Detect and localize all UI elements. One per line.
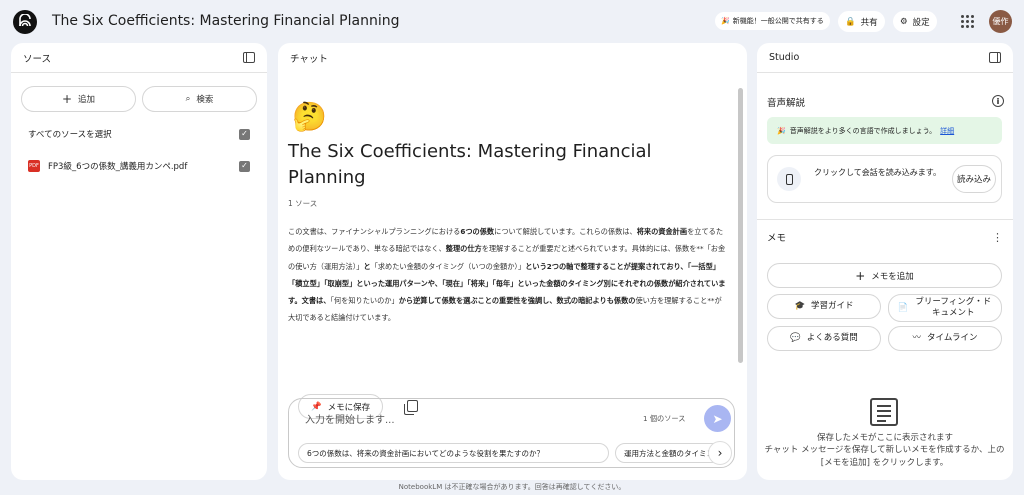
source-item[interactable]: PDF FP3級_6つの係数_講義用カンペ.pdf ✓ [11,156,267,176]
add-source-label: 追加 [78,95,96,105]
timeline-label: タイムライン [927,333,978,343]
audio-overview-title: 音声解説 [767,98,806,109]
studio-header: Studio [757,43,1013,73]
share-label: 共有 [860,17,878,28]
sources-title: ソース [23,53,52,65]
load-button[interactable]: 読み込み [952,165,996,193]
search-sparkle-icon: ⌕ [185,94,191,104]
audio-file-icon [777,167,801,191]
summary-segment: と [363,261,371,271]
empty-notes-description: チャット メッセージを保存して新しいメモを作成するか、上の [メモを追加] をク… [764,445,1005,468]
faq-chat-icon: 💬 [790,333,801,343]
plus-icon: + [855,268,866,283]
new-feature-label: 新機能！一般公開で共有する [732,17,824,25]
collapse-panel-icon[interactable] [989,52,1001,63]
add-source-button[interactable]: + 追加 [21,86,136,112]
party-icon: 🎉 [777,126,786,135]
graduation-cap-icon: 🎓 [794,301,806,311]
briefing-doc-button[interactable]: 📄 ブリーフィング・ドキュメント [888,294,1002,322]
notes-title: メモ [767,233,787,244]
summary-segment: 「求めたい金額のタイミング（いつの金額か）」 [370,261,526,271]
party-icon: 🎉 [721,17,730,25]
select-all-checkbox[interactable]: ✓ [239,128,250,140]
source-item-info: PDF FP3級_6つの係数_講義用カンペ.pdf [28,160,187,172]
summary-segment: について解説しています。これらの係数は、 [494,227,637,236]
study-guide-button[interactable]: 🎓 学習ガイド [767,294,881,319]
audio-banner: 🎉 音声解説をより多くの言語で作成しましょう。 詳細 [767,117,1002,144]
add-note-button[interactable]: + メモを追加 [767,263,1002,288]
chat-panel: チャット 🤔 The Six Coefficients: Mastering F… [278,43,747,480]
summary-segment: 将来の資金計画 [636,227,688,236]
sources-actions: + 追加 ⌕ 検索 [11,73,267,112]
lock-icon: 🔒 [845,16,856,27]
briefing-doc-label: ブリーフィング・ドキュメント [915,297,992,318]
thinking-emoji-icon: 🤔 [292,100,327,133]
audio-banner-link[interactable]: 詳細 [940,126,954,136]
share-button[interactable]: 🔒 共有 [838,11,885,32]
chat-input[interactable]: 入力を開始します... [305,411,395,426]
note-placeholder-icon [870,398,898,426]
add-note-label: メモを追加 [871,271,914,282]
summary-segment: 整理の仕方 [445,244,482,254]
collapse-panel-icon[interactable] [243,52,255,63]
chat-header: チャット [278,43,747,73]
new-feature-share-button[interactable]: 🎉 新機能！一般公開で共有する [715,12,830,30]
chat-composer: 入力を開始します... 1 個のソース ➤ 6つの係数は、将来の資金計画において… [288,398,735,468]
timeline-button[interactable]: 〰 タイムライン [888,326,1002,351]
chevron-right-icon[interactable]: › [708,441,732,465]
audio-banner-text: 音声解説をより多くの言語で作成しましょう。 [789,126,937,135]
sources-panel: ソース + 追加 ⌕ 検索 すべてのソースを選択 ✓ PDF FP3級_6つの係… [11,43,267,480]
apps-grid-icon[interactable] [961,15,974,28]
study-guide-label: 学習ガイド [811,301,854,311]
send-button[interactable]: ➤ [704,405,731,432]
notebook-title[interactable]: The Six Coefficients: Mastering Financia… [52,13,399,29]
empty-notes-title: 保存したメモがここに表示されます [816,433,953,443]
chat-scrollbar[interactable] [738,88,743,363]
select-all-row[interactable]: すべてのソースを選択 ✓ [11,124,267,144]
divider [757,219,1013,220]
more-options-icon[interactable]: ⋮ [992,231,1003,244]
pdf-icon: PDF [28,160,40,172]
summary-segment: から逆算して係数を選ぶことの重要性を強調し、数式の暗記よりも係数の [398,296,636,306]
faq-button[interactable]: 💬 よくある質問 [767,326,881,351]
summary-segment: この文書は、ファイナンシャルプランニングにおける [288,227,461,236]
notebooklm-logo-icon[interactable] [13,10,37,34]
document-icon: 📄 [897,302,909,313]
settings-button[interactable]: ⚙ 設定 [893,11,937,32]
top-bar: The Six Coefficients: Mastering Financia… [0,0,1024,42]
settings-label: 設定 [912,17,930,28]
faq-label: よくある質問 [806,333,858,343]
search-sources-button[interactable]: ⌕ 検索 [142,86,257,112]
load-conversation-text: クリックして会話を読み込みます。 [814,168,941,177]
source-count: 1 ソース [288,199,318,208]
info-icon[interactable]: i [992,95,1004,107]
summary-segment: 6つの係数 [460,227,495,236]
studio-panel: Studio 音声解説 i 🎉 音声解説をより多くの言語で作成しましょう。 詳細… [757,43,1013,480]
suggestion-chip[interactable]: 6つの係数は、将来の資金計画においてどのような役割を果たすのか？ [298,443,609,463]
timeline-icon: 〰 [912,333,922,343]
gear-icon: ⚙ [900,16,908,27]
source-item-checkbox[interactable]: ✓ [239,160,250,172]
document-title: The Six Coefficients: Mastering Financia… [288,141,652,188]
load-conversation-card[interactable]: クリックして会話を読み込みます。 読み込み [767,155,1002,203]
search-sources-label: 検索 [196,95,214,105]
avatar[interactable]: 優作 [989,10,1012,33]
chat-content: 🤔 The Six Coefficients: Mastering Financ… [288,83,728,419]
studio-title: Studio [769,52,800,63]
summary-segment: 「何を知りたいのか」 [330,296,399,306]
composer-source-count: 1 個のソース [643,414,686,423]
source-item-name: FP3級_6つの係数_講義用カンペ.pdf [48,162,188,172]
chat-title: チャット [290,54,328,65]
send-arrow-icon: ➤ [712,411,723,426]
document-summary: この文書は、ファイナンシャルプランニングにおける6つの係数について解説しています… [288,223,726,327]
select-all-label: すべてのソースを選択 [28,130,112,140]
disclaimer-footer: NotebookLM は不正確な場合があります。回答は再確認してください。 [398,483,626,491]
sources-header: ソース [11,43,267,73]
plus-icon: + [61,92,73,106]
